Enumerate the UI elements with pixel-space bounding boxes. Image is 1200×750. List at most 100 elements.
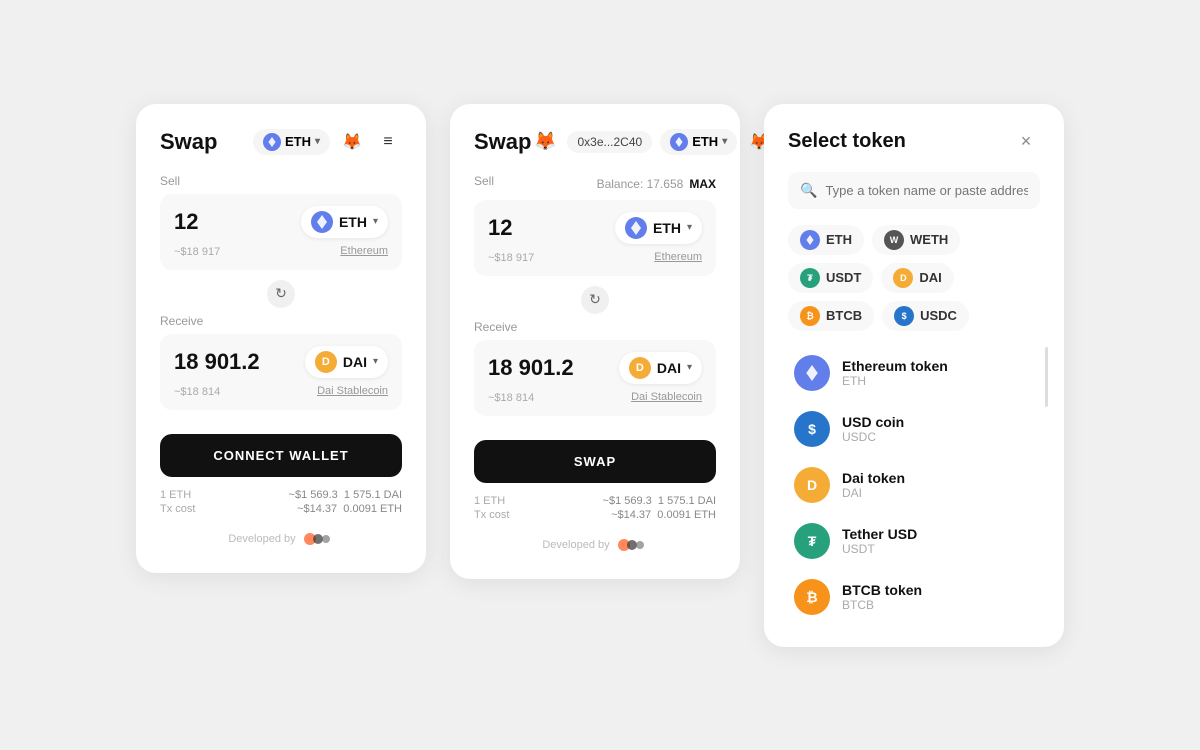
token-search-box: 🔍 bbox=[788, 172, 1040, 209]
card2-network-label: ETH bbox=[692, 134, 718, 149]
sell-token-chevron-icon: ▾ bbox=[373, 216, 378, 227]
eth-network-icon-2 bbox=[670, 133, 688, 151]
card1-tx-values: ~$14.37 0.0091 ETH bbox=[195, 503, 402, 515]
quick-token-weth[interactable]: W WETH bbox=[872, 225, 960, 255]
card1-header-right: ETH ▾ 🦊 ≡ bbox=[253, 128, 402, 156]
token-usdc-symbol: USDC bbox=[842, 430, 904, 444]
card2-rate-label: 1 ETH bbox=[474, 495, 509, 507]
card1-receive-amount[interactable]: 18 901.2 bbox=[174, 349, 260, 375]
card1-info-grid: 1 ETH ~$1 569.3 1 575.1 DAI Tx cost ~$14… bbox=[160, 489, 402, 515]
quick-usdc-label: USDC bbox=[920, 308, 957, 323]
card1-developed-label: Developed by bbox=[228, 533, 295, 545]
network-chevron-icon: ▾ bbox=[315, 136, 320, 147]
token-list-item-btcb[interactable]: ₿ BTCB token BTCB bbox=[788, 571, 1040, 623]
token-btcb-name: BTCB token bbox=[842, 582, 922, 598]
token-search-input[interactable] bbox=[825, 183, 1028, 198]
card2-sell-token-icon bbox=[625, 217, 647, 239]
card2-balance: Balance: 17.658 bbox=[597, 177, 684, 191]
card2-rate-values: ~$1 569.3 1 575.1 DAI bbox=[509, 495, 716, 507]
card1-receive-label: Receive bbox=[160, 314, 402, 328]
scrollbar[interactable] bbox=[1045, 347, 1048, 407]
card1-menu-icon[interactable]: ≡ bbox=[374, 128, 402, 156]
token-list-item-usdt[interactable]: ₮ Tether USD USDT bbox=[788, 515, 1040, 567]
card2-receive-token-link[interactable]: Dai Stablecoin bbox=[631, 391, 702, 403]
panel-close-btn[interactable]: × bbox=[1012, 128, 1040, 156]
quick-eth-icon bbox=[800, 230, 820, 250]
token-usdt-info: Tether USD USDT bbox=[842, 526, 917, 556]
token-eth-name: Ethereum token bbox=[842, 358, 948, 374]
card2-sell-box: 12 ETH ▾ ~$18 917 Ethereum bbox=[474, 200, 716, 276]
quick-weth-icon: W bbox=[884, 230, 904, 250]
card2-receive-token-name: DAI bbox=[657, 360, 681, 376]
token-list-item-dai[interactable]: D Dai token DAI bbox=[788, 459, 1040, 511]
select-token-panel: Select token × 🔍 ETH W WETH ₮ USD bbox=[764, 104, 1064, 647]
dev-logo-2 bbox=[616, 535, 648, 555]
card2-receive-label: Receive bbox=[474, 320, 716, 334]
card2-sell-token-selector[interactable]: ETH ▾ bbox=[615, 212, 702, 244]
card1-swap-direction-btn[interactable]: ↻ bbox=[267, 280, 295, 308]
quick-token-usdc[interactable]: $ USDC bbox=[882, 301, 969, 331]
quick-token-eth[interactable]: ETH bbox=[788, 225, 864, 255]
token-dai-icon: D bbox=[794, 467, 830, 503]
card2-swap-direction-btn[interactable]: ↻ bbox=[581, 286, 609, 314]
card2-network-badge[interactable]: ETH ▾ bbox=[660, 129, 737, 155]
card2-swap-btn[interactable]: SWAP bbox=[474, 440, 716, 483]
card2-receive-box: 18 901.2 D DAI ▾ ~$18 814 Dai Stablecoin bbox=[474, 340, 716, 416]
card2-max-btn[interactable]: MAX bbox=[689, 177, 716, 191]
card1-connect-btn[interactable]: CONNECT WALLET bbox=[160, 434, 402, 477]
quick-weth-label: WETH bbox=[910, 232, 948, 247]
token-dai-info: Dai token DAI bbox=[842, 470, 905, 500]
card2-sell-token-link[interactable]: Ethereum bbox=[654, 251, 702, 263]
quick-token-btcb[interactable]: ₿ BTCB bbox=[788, 301, 874, 331]
card2-receive-token-selector[interactable]: D DAI ▾ bbox=[619, 352, 702, 384]
card1-sell-usd: ~$18 917 bbox=[174, 246, 220, 258]
panel-header: Select token × bbox=[788, 128, 1040, 156]
quick-eth-label: ETH bbox=[826, 232, 852, 247]
token-usdc-icon: $ bbox=[794, 411, 830, 447]
card2-sell-token-name: ETH bbox=[653, 220, 681, 236]
token-btcb-symbol: BTCB bbox=[842, 598, 922, 612]
card1-rate-values: ~$1 569.3 1 575.1 DAI bbox=[195, 489, 402, 501]
dev-logo-1 bbox=[302, 529, 334, 549]
token-dai-symbol: DAI bbox=[842, 486, 905, 500]
token-btcb-icon: ₿ bbox=[794, 579, 830, 615]
quick-token-dai[interactable]: D DAI bbox=[881, 263, 953, 293]
quick-dai-icon: D bbox=[893, 268, 913, 288]
card1-receive-token-selector[interactable]: D DAI ▾ bbox=[305, 346, 388, 378]
token-list-item-usdc[interactable]: $ USD coin USDC bbox=[788, 403, 1040, 455]
card1-header: Swap ETH ▾ 🦊 ≡ bbox=[160, 128, 402, 156]
quick-btcb-icon: ₿ bbox=[800, 306, 820, 326]
card2-sell-amount[interactable]: 12 bbox=[488, 215, 512, 241]
card2-tx-label: Tx cost bbox=[474, 509, 509, 521]
card2-title: Swap bbox=[474, 129, 531, 155]
token-dai-name: Dai token bbox=[842, 470, 905, 486]
card2-receive-amount[interactable]: 18 901.2 bbox=[488, 355, 574, 381]
search-icon: 🔍 bbox=[800, 182, 817, 199]
quick-usdc-icon: $ bbox=[894, 306, 914, 326]
swap-card-2: Swap 🦊 0x3e...2C40 ETH ▾ 🦊 ≡ Sell Balanc… bbox=[450, 104, 740, 579]
quick-usdt-label: USDT bbox=[826, 270, 861, 285]
card2-info-grid: 1 ETH ~$1 569.3 1 575.1 DAI Tx cost ~$14… bbox=[474, 495, 716, 521]
quick-usdt-icon: ₮ bbox=[800, 268, 820, 288]
card1-receive-token-link[interactable]: Dai Stablecoin bbox=[317, 385, 388, 397]
card1-receive-row: 18 901.2 D DAI ▾ bbox=[174, 346, 388, 378]
card1-swap-arrow-row: ↻ bbox=[160, 280, 402, 308]
card1-network-label: ETH bbox=[285, 134, 311, 149]
card1-wallet-icon[interactable]: 🦊 bbox=[338, 128, 366, 156]
card1-network-badge[interactable]: ETH ▾ bbox=[253, 129, 330, 155]
card1-sell-token-selector[interactable]: ETH ▾ bbox=[301, 206, 388, 238]
card1-developed-by: Developed by bbox=[160, 529, 402, 549]
card1-sell-box: 12 ETH ▾ ~$18 917 Ethereum bbox=[160, 194, 402, 270]
card2-swap-arrow-row: ↻ bbox=[474, 286, 716, 314]
quick-dai-label: DAI bbox=[919, 270, 941, 285]
card2-receive-token-icon: D bbox=[629, 357, 651, 379]
token-list-item-eth[interactable]: Ethereum token ETH bbox=[788, 347, 1040, 399]
card1-sell-token-link[interactable]: Ethereum bbox=[340, 245, 388, 257]
token-eth-symbol: ETH bbox=[842, 374, 948, 388]
card1-sell-row: 12 ETH ▾ bbox=[174, 206, 388, 238]
quick-token-usdt[interactable]: ₮ USDT bbox=[788, 263, 873, 293]
card2-address[interactable]: 0x3e...2C40 bbox=[567, 131, 652, 153]
card1-sell-amount[interactable]: 12 bbox=[174, 209, 198, 235]
card1-sell-token-icon bbox=[311, 211, 333, 233]
panel-title: Select token bbox=[788, 130, 906, 153]
